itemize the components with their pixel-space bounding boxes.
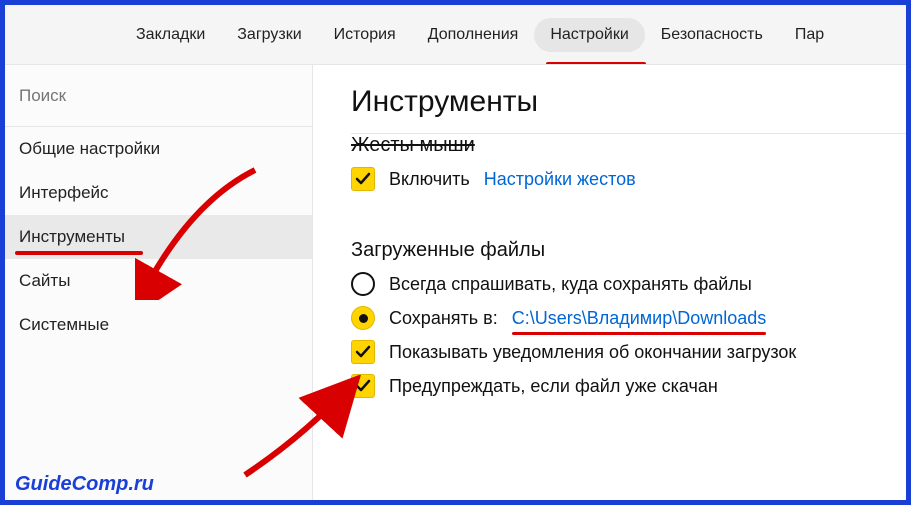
show-notify-label: Показывать уведомления об окончании загр… bbox=[389, 342, 796, 363]
sidebar-item-tools[interactable]: Инструменты bbox=[5, 215, 312, 259]
check-icon bbox=[355, 378, 371, 394]
download-path-text: C:\Users\Владимир\Downloads bbox=[512, 308, 767, 328]
search-box bbox=[5, 65, 312, 127]
tab-history[interactable]: История bbox=[318, 18, 412, 52]
warn-downloaded-label: Предупреждать, если файл уже скачан bbox=[389, 376, 718, 397]
gesture-settings-link[interactable]: Настройки жестов bbox=[484, 169, 636, 190]
check-icon bbox=[355, 171, 371, 187]
section-downloads-title: Загруженные файлы bbox=[351, 239, 906, 262]
section-mouse-gestures-title: Жесты мыши bbox=[351, 134, 906, 157]
tab-bookmarks[interactable]: Закладки bbox=[120, 18, 221, 52]
sidebar: Общие настройки Интерфейс Инструменты Са… bbox=[5, 65, 313, 500]
annotation-underline bbox=[15, 251, 143, 255]
sidebar-item-sites[interactable]: Сайты bbox=[5, 259, 312, 303]
tab-downloads[interactable]: Загрузки bbox=[221, 18, 317, 52]
sidebar-item-interface[interactable]: Интерфейс bbox=[5, 171, 312, 215]
tab-passwords[interactable]: Пар bbox=[779, 18, 840, 52]
top-tabs: Закладки Загрузки История Дополнения Нас… bbox=[5, 5, 906, 65]
checkbox-warn-downloaded[interactable] bbox=[351, 374, 375, 398]
annotation-underline bbox=[512, 332, 767, 335]
always-ask-label: Всегда спрашивать, куда сохранять файлы bbox=[389, 274, 752, 295]
sidebar-item-general[interactable]: Общие настройки bbox=[5, 127, 312, 171]
tab-addons[interactable]: Дополнения bbox=[412, 18, 535, 52]
main-panel: Инструменты Жесты мыши Включить Настройк… bbox=[313, 65, 906, 500]
watermark: GuideComp.ru bbox=[15, 473, 154, 496]
page-title: Инструменты bbox=[351, 85, 906, 119]
save-to-label: Сохранять в: bbox=[389, 308, 498, 329]
sidebar-item-system[interactable]: Системные bbox=[5, 303, 312, 347]
radio-always-ask[interactable] bbox=[351, 272, 375, 296]
sidebar-item-tools-label: Инструменты bbox=[19, 227, 125, 246]
enable-gestures-label: Включить bbox=[389, 169, 470, 190]
checkbox-show-notify[interactable] bbox=[351, 340, 375, 364]
checkbox-enable-gestures[interactable] bbox=[351, 167, 375, 191]
tab-settings-label: Настройки bbox=[550, 26, 628, 43]
tab-settings[interactable]: Настройки bbox=[534, 18, 644, 52]
search-input[interactable] bbox=[19, 86, 298, 106]
radio-save-to[interactable] bbox=[351, 306, 375, 330]
tab-security[interactable]: Безопасность bbox=[645, 18, 779, 52]
download-path-link[interactable]: C:\Users\Владимир\Downloads bbox=[512, 308, 767, 329]
check-icon bbox=[355, 344, 371, 360]
